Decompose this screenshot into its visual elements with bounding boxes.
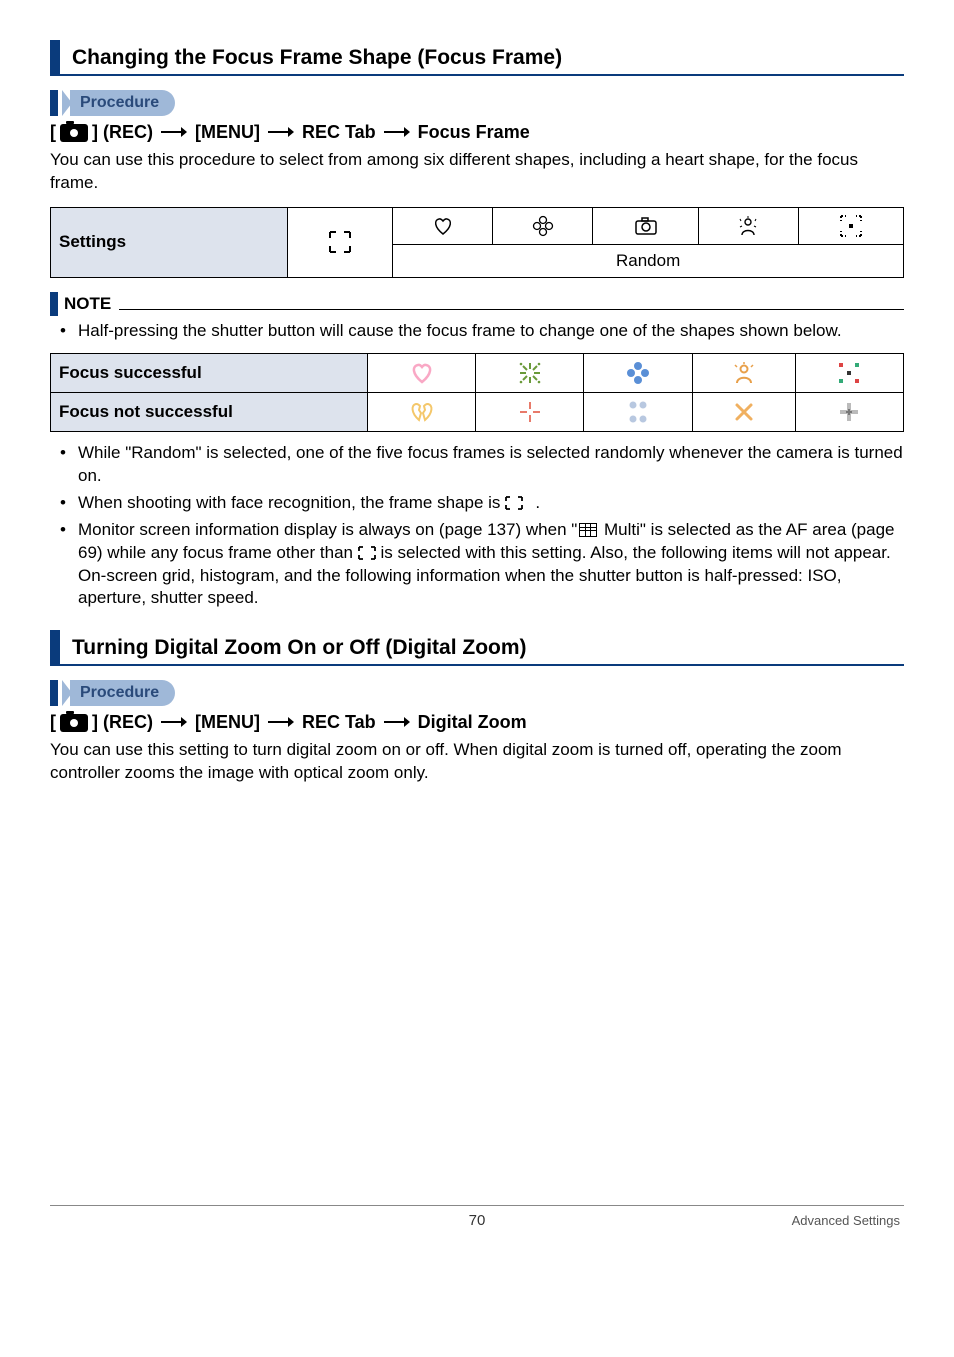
plus-gray-icon [795, 392, 903, 431]
frame-corners-icon [288, 207, 393, 277]
path-item: Focus Frame [418, 122, 530, 143]
bullet3-text-b: . [535, 493, 540, 512]
frame-corner-inline-icon-2 [358, 543, 381, 562]
section-bar [50, 630, 60, 664]
procedure-tick [50, 680, 58, 706]
path-bracket-open: [ [50, 122, 56, 143]
note-label: NOTE [64, 294, 111, 314]
path-menu: [MENU] [195, 122, 260, 143]
camera-lens-icon [593, 207, 698, 244]
bullet4-text-a: Monitor screen information display is al… [78, 520, 577, 539]
section2-body: You can use this setting to turn digital… [50, 739, 904, 785]
focus-success-label: Focus successful [51, 353, 368, 392]
settings-table: Settings Random [50, 207, 904, 278]
focus-result-table: Focus successful Focus not successful [50, 353, 904, 432]
camera-rec-icon [60, 714, 88, 732]
path-tab: REC Tab [302, 122, 376, 143]
section-header-focus-frame: Changing the Focus Frame Shape (Focus Fr… [50, 40, 904, 76]
note-bullet-4: Monitor screen information display is al… [68, 519, 904, 611]
note-bar [50, 292, 58, 316]
procedure-label-row: Procedure [50, 90, 904, 116]
arrow-icon [268, 122, 294, 143]
dotted-frame-color-icon [795, 353, 903, 392]
page-footer: 70 Advanced Settings [50, 1205, 904, 1249]
note-bullets-2: While "Random" is selected, one of the f… [50, 442, 904, 611]
procedure-tick [50, 90, 58, 116]
focus-fail-label: Focus not successful [51, 392, 368, 431]
section-title-2: Turning Digital Zoom On or Off (Digital … [72, 630, 527, 664]
arrow-icon [384, 712, 410, 733]
bullet4-text-c: is selected with this setting. Also, the… [380, 543, 890, 562]
menu-path-digital-zoom: [ ] (REC) [MENU] REC Tab Digital Zoom [50, 712, 904, 733]
note-bullet-1: Half-pressing the shutter button will ca… [68, 320, 904, 343]
bullet4-text-d: On-screen grid, histogram, and the follo… [78, 566, 842, 608]
arrow-icon [384, 122, 410, 143]
section-title: Changing the Focus Frame Shape (Focus Fr… [72, 40, 562, 74]
broken-heart-icon [368, 392, 476, 431]
camera-rec-icon [60, 124, 88, 142]
note-divider [119, 308, 904, 310]
footer-section: Advanced Settings [618, 1213, 900, 1228]
page-number: 70 [336, 1212, 618, 1229]
sparkle-red-icon [476, 392, 584, 431]
procedure-label-row-2: Procedure [50, 680, 904, 706]
clover-blue-icon [584, 353, 692, 392]
note-bullets-1: Half-pressing the shutter button will ca… [50, 320, 904, 343]
section1-body: You can use this procedure to select fro… [50, 149, 904, 195]
section-bar [50, 40, 60, 74]
arrow-icon [268, 712, 294, 733]
note-header: NOTE [50, 292, 904, 316]
path-item-2: Digital Zoom [418, 712, 527, 733]
frame-corner-inline-icon [505, 493, 535, 513]
path-rec-2: ] (REC) [92, 712, 153, 733]
person-star-icon [698, 207, 798, 244]
section-header-digital-zoom: Turning Digital Zoom On or Off (Digital … [50, 630, 904, 666]
procedure-pill: Procedure [70, 90, 175, 116]
multi-grid-icon [579, 523, 597, 537]
path-tab-2: REC Tab [302, 712, 376, 733]
arrow-icon [161, 122, 187, 143]
settings-label-cell: Settings [51, 207, 288, 277]
person-orange-icon [692, 353, 795, 392]
procedure-pill-2: Procedure [70, 680, 175, 706]
note-bullet-3: When shooting with face recognition, the… [68, 492, 904, 515]
note-bullet-2: While "Random" is selected, one of the f… [68, 442, 904, 488]
path-bracket-open-2: [ [50, 712, 56, 733]
cross-orange-icon [692, 392, 795, 431]
path-rec: ] (REC) [92, 122, 153, 143]
bullet3-text-a: When shooting with face recognition, the… [78, 493, 505, 512]
heart-icon [393, 207, 493, 244]
sparkle-green-icon [476, 353, 584, 392]
clover-fade-icon [584, 392, 692, 431]
menu-path-focus-frame: [ ] (REC) [MENU] REC Tab Focus Frame [50, 122, 904, 143]
dotted-frame-icon [798, 207, 903, 244]
path-menu-2: [MENU] [195, 712, 260, 733]
clover-icon [493, 207, 593, 244]
heart-pink-icon [368, 353, 476, 392]
random-cell: Random [393, 244, 904, 277]
arrow-icon [161, 712, 187, 733]
